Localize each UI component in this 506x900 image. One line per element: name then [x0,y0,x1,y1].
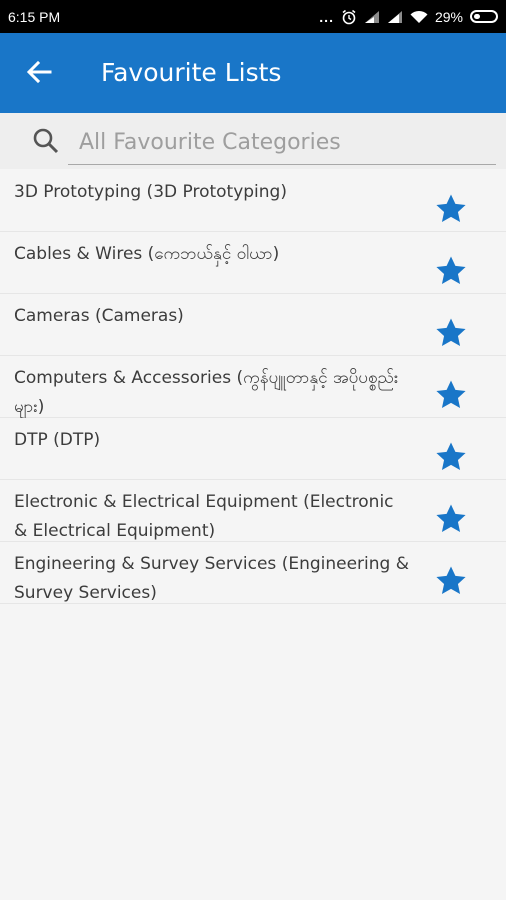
favourite-list: 3D Prototyping (3D Prototyping) Cables & … [0,170,506,604]
list-item-label: DTP (DTP) [14,430,101,450]
list-item-label: Cameras (Cameras) [14,306,184,326]
list-item-label: 3D Prototyping (3D Prototyping) [14,182,287,202]
list-item-label: Cables & Wires (ကေဘယ်နှင့် ဝါယာ) [14,244,280,264]
star-icon[interactable] [434,440,468,474]
wifi-icon [410,10,428,24]
app-bar: Favourite Lists [0,33,506,113]
notification-dots: ... [319,8,334,25]
list-item-label: Electronic & Electrical Equipment (Elect… [14,492,394,541]
list-item[interactable]: Cameras (Cameras) [0,294,506,356]
back-button[interactable] [22,57,56,91]
list-item[interactable]: DTP (DTP) [0,418,506,480]
signal-icon [364,10,380,24]
list-item[interactable]: Computers & Accessories (ကွန်ပျူတာနှင့် … [0,356,506,418]
star-icon[interactable] [434,316,468,350]
star-icon[interactable] [434,502,468,536]
list-item-label: Computers & Accessories (ကွန်ပျူတာနှင့် … [14,368,399,417]
list-item[interactable]: Cables & Wires (ကေဘယ်နှင့် ဝါယာ) [0,232,506,294]
star-icon[interactable] [434,192,468,226]
status-bar: 6:15 PM ... 29% [0,0,506,33]
battery-percent: 29% [434,8,463,25]
list-item[interactable]: Engineering & Survey Services (Engineeri… [0,542,506,604]
star-icon[interactable] [434,378,468,412]
star-icon[interactable] [434,564,468,598]
battery-icon [470,10,498,23]
status-icons: ... 29% [319,9,498,25]
list-item-label: Engineering & Survey Services (Engineeri… [14,554,409,603]
arrow-left-icon [26,60,52,88]
signal-icon [387,10,403,24]
star-icon[interactable] [434,254,468,288]
list-item[interactable]: 3D Prototyping (3D Prototyping) [0,170,506,232]
search-bar [0,113,506,169]
list-item[interactable]: Electronic & Electrical Equipment (Elect… [0,480,506,542]
page-title: Favourite Lists [101,58,282,87]
search-icon[interactable] [32,127,60,155]
search-input[interactable] [68,121,496,165]
status-time: 6:15 PM [8,8,61,25]
alarm-icon [341,9,357,25]
